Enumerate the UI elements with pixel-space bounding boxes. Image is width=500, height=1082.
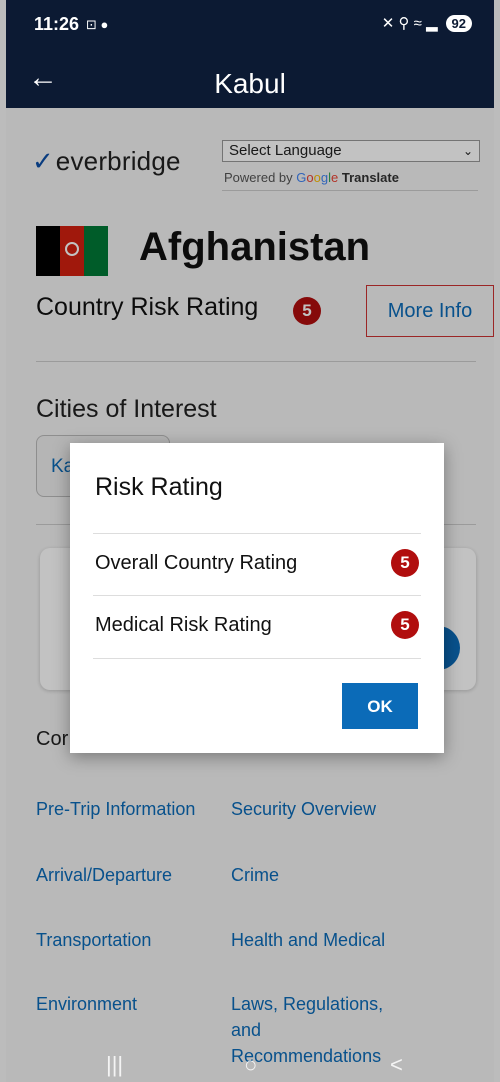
status-bar: 11:26 ⊡ ● ✕ ⚲ ≈ ▂ 92 (6, 0, 494, 50)
notification-icons: ⊡ ● (86, 17, 109, 32)
dialog-row-overall: Overall Country Rating 5 (93, 533, 421, 596)
recents-icon[interactable]: ||| (106, 1052, 123, 1078)
risk-rating-dialog: Risk Rating Overall Country Rating 5 Med… (70, 443, 444, 753)
dialog-row-medical: Medical Risk Rating 5 (93, 595, 421, 659)
status-time: 11:26 (34, 14, 80, 34)
system-nav-bar: ||| ○ < (6, 1052, 494, 1082)
dialog-title: Risk Rating (95, 473, 223, 501)
phone-screen: 11:26 ⊡ ● ✕ ⚲ ≈ ▂ 92 ← Kabul ✓ everbridg… (6, 0, 494, 1082)
status-right: ✕ ⚲ ≈ ▂ 92 (382, 14, 472, 32)
battery-icon: 92 (445, 14, 472, 32)
ok-button[interactable]: OK (342, 683, 418, 729)
system-icons: ✕ ⚲ ≈ ▂ (381, 15, 438, 32)
medical-rating-badge: 5 (391, 611, 419, 639)
overall-rating-badge: 5 (391, 549, 419, 577)
medical-rating-label: Medical Risk Rating (95, 614, 272, 636)
overall-rating-label: Overall Country Rating (95, 552, 298, 574)
app-bar: ← Kabul (6, 50, 494, 108)
home-icon[interactable]: ○ (244, 1052, 257, 1078)
nav-back-icon[interactable]: < (390, 1052, 403, 1078)
page-title: Kabul (214, 68, 286, 99)
